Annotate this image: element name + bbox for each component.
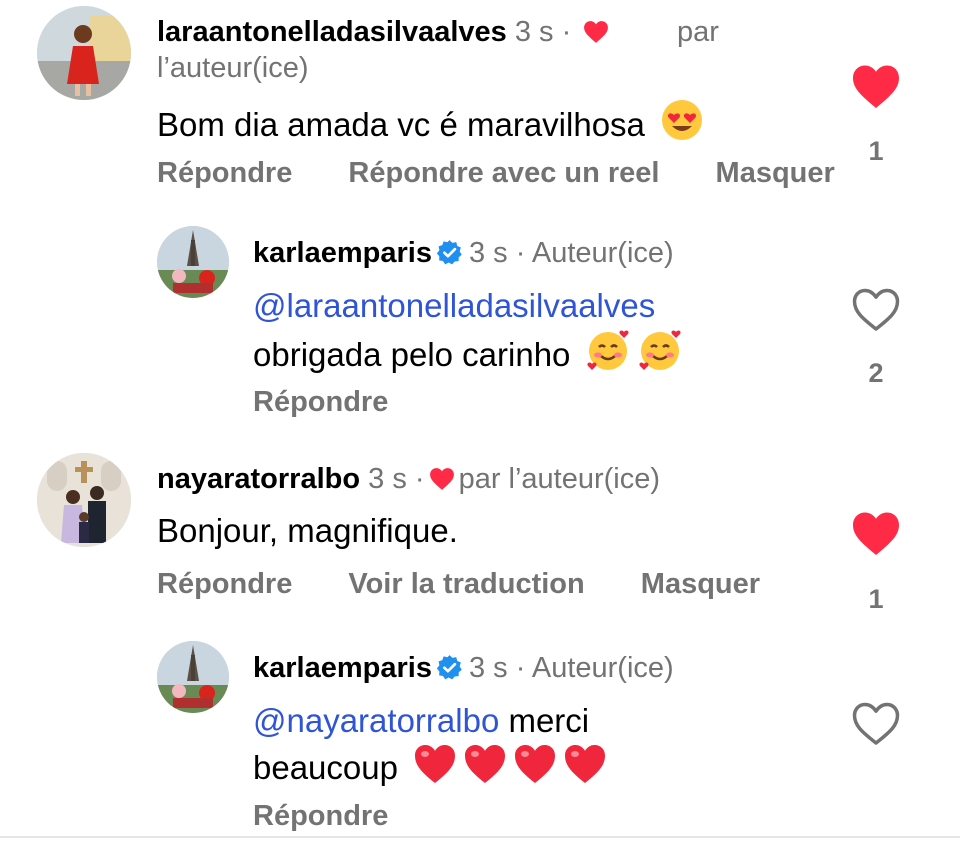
heart-filled-icon bbox=[853, 512, 899, 555]
hide-button[interactable]: Masquer bbox=[716, 157, 835, 189]
verified-badge-icon bbox=[436, 240, 462, 265]
comment-actions: Répondre Répondre avec un reel Masquer bbox=[157, 157, 835, 190]
avatar[interactable] bbox=[157, 641, 229, 713]
author-role: Auteur(ice) bbox=[531, 237, 674, 269]
avatar-photo bbox=[157, 641, 229, 713]
like-button[interactable] bbox=[851, 64, 901, 110]
avatar[interactable] bbox=[157, 226, 229, 298]
separator-dot: · bbox=[515, 237, 526, 269]
comment-header: karlaemparis 3 s · Auteur(ice) bbox=[253, 650, 674, 686]
timestamp: 3 s bbox=[468, 652, 508, 684]
reply-button[interactable]: Répondre bbox=[157, 157, 292, 189]
hide-button[interactable]: Masquer bbox=[641, 568, 760, 600]
avatar-photo bbox=[37, 6, 131, 100]
separator-dot: · bbox=[515, 652, 526, 684]
mention-link[interactable]: @nayaratorralbo bbox=[253, 702, 499, 739]
smiling-hearts-emoji bbox=[639, 330, 681, 370]
like-count: 1 bbox=[868, 584, 884, 614]
reply-button[interactable]: Répondre bbox=[253, 386, 388, 418]
smiling-hearts-emoji bbox=[587, 330, 629, 370]
like-button[interactable] bbox=[851, 701, 901, 747]
username[interactable]: nayaratorralbo bbox=[157, 463, 360, 495]
comment-text: Bom dia amada vc é maravilhosa bbox=[157, 98, 704, 147]
heart-filled-icon bbox=[853, 65, 899, 108]
avatar[interactable] bbox=[37, 6, 131, 100]
heart-outline-icon bbox=[852, 702, 900, 745]
red-heart-emoji bbox=[515, 745, 556, 783]
heart-eyes-emoji bbox=[662, 100, 703, 140]
like-count: 2 bbox=[868, 358, 884, 388]
separator-dot: · bbox=[414, 463, 425, 495]
see-translation-button[interactable]: Voir la traduction bbox=[348, 568, 584, 600]
author-role: Auteur(ice) bbox=[531, 652, 674, 684]
comment-actions: Répondre bbox=[253, 386, 436, 419]
reply-with-reel-button[interactable]: Répondre avec un reel bbox=[348, 157, 659, 189]
like-button[interactable] bbox=[851, 511, 901, 557]
comment-actions: Répondre Voir la traduction Masquer bbox=[157, 568, 760, 601]
comment-text: @nayaratorralbo merci beaucoup bbox=[253, 699, 607, 790]
mention-link[interactable]: @laraantonelladasilvaalves bbox=[253, 287, 655, 324]
like-button[interactable] bbox=[851, 287, 901, 333]
comment-actions: Répondre bbox=[253, 800, 436, 833]
red-heart-emoji bbox=[565, 745, 606, 783]
red-heart-emoji bbox=[465, 745, 506, 783]
comment-header: nayaratorralbo 3 s · par l’auteur(ice) bbox=[157, 461, 660, 497]
reply-button[interactable]: Répondre bbox=[157, 568, 292, 600]
verified-badge-icon bbox=[436, 655, 462, 680]
avatar-photo bbox=[37, 453, 131, 547]
red-heart-emoji bbox=[415, 745, 456, 783]
avatar[interactable] bbox=[37, 453, 131, 547]
small-heart-icon bbox=[429, 468, 454, 490]
comment-text: @laraantonelladasilvaalves obrigada pelo… bbox=[253, 284, 684, 377]
timestamp: 3 s bbox=[368, 463, 407, 495]
comment-text: Bonjour, magnifique. bbox=[157, 512, 458, 549]
liked-by-author: par l’auteur(ice) bbox=[157, 16, 719, 84]
reply-button[interactable]: Répondre bbox=[253, 800, 388, 832]
like-count: 1 bbox=[868, 136, 884, 166]
username[interactable]: karlaemparis bbox=[253, 237, 432, 269]
liked-by-author: par l’auteur(ice) bbox=[458, 463, 661, 495]
username[interactable]: karlaemparis bbox=[253, 652, 432, 684]
timestamp: 3 s bbox=[468, 237, 508, 269]
avatar-photo bbox=[157, 226, 229, 298]
comment-header: karlaemparis 3 s · Auteur(ice) bbox=[253, 235, 674, 271]
divider bbox=[0, 836, 960, 838]
heart-outline-icon bbox=[852, 288, 900, 331]
